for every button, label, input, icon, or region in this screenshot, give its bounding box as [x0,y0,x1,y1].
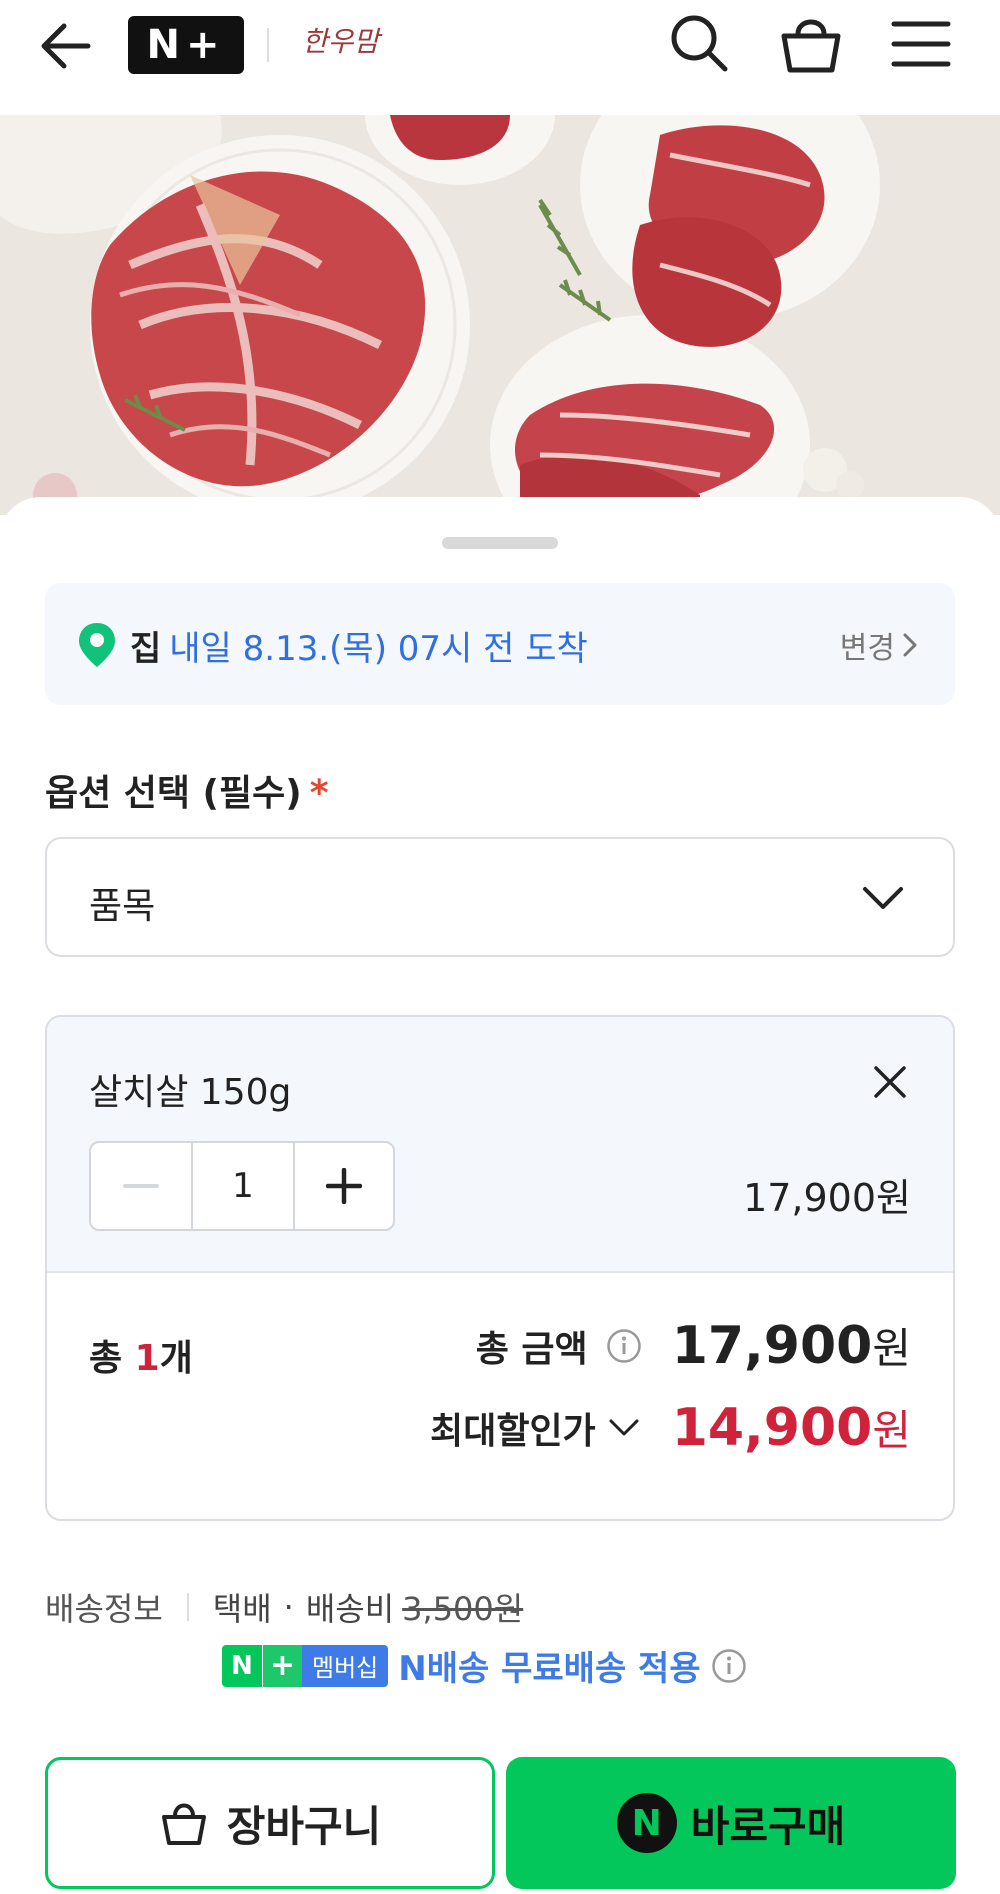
total-amount-value: 17,900 [671,1316,873,1376]
change-delivery-button[interactable]: 변경 [840,623,917,667]
quantity-value[interactable]: 1 [193,1143,295,1229]
purchase-bottom-sheet: 집 내일 8.13.(목) 07시 전 도착 변경 옵션 선택 (필수) * 품목 … [0,497,1000,1894]
buy-button-label: 바로구매 [690,1801,846,1851]
discount-amount-value: 14,900 [671,1398,873,1458]
info-icon[interactable] [711,1648,747,1684]
membership-benefit-row: N + 멤버십 N배송 무료배송 적용 [222,1641,747,1690]
total-count-suffix: 개 [159,1338,193,1379]
item-name: 살치살 150g [89,1072,292,1113]
nplus-membership-badge: N + 멤버십 [222,1644,389,1687]
shipping-fee-label: 배송비 [305,1590,395,1628]
shipping-info-label: 배송정보 [45,1590,163,1628]
product-image [0,115,1000,515]
change-label: 변경 [839,631,895,666]
shipping-dot: · [283,1588,294,1626]
search-icon [671,15,728,72]
delivery-address-label: 집 [130,629,162,669]
header-divider [267,28,269,62]
remove-item-button[interactable] [873,1065,907,1099]
decrease-quantity-button[interactable] [91,1143,193,1229]
required-mark: * [309,773,329,814]
top-app-bar: N+ 한우맘 [0,0,1000,115]
option-title-text: 옵션 선택 (필수) [45,773,302,814]
total-count-value: 1 [134,1338,160,1379]
location-pin-icon [79,623,115,667]
info-icon[interactable] [606,1328,642,1364]
selected-option-card: 살치살 150g 1 17,900원 총 1개 총 금액 17,900원 최대할… [45,1015,955,1521]
npay-icon: N [616,1793,677,1853]
option-section-title: 옵션 선택 (필수) * [45,764,329,816]
total-count-prefix: 총 [89,1338,135,1379]
chevron-right-icon [903,633,917,657]
cart-header-button[interactable] [778,12,844,76]
shopping-bag-icon [781,19,841,73]
nplus-logo[interactable]: N+ [128,16,244,74]
delivery-eta-text: 집 내일 8.13.(목) 07시 전 도착 [130,621,588,670]
chevron-down-icon [863,887,903,909]
max-discount-label: 최대할인가 [430,1410,596,1452]
buy-now-button[interactable]: N 바로구매 [506,1757,956,1889]
minus-icon [123,1184,159,1188]
menu-button[interactable] [890,18,952,70]
total-amount-row: 총 금액 17,900원 [476,1315,911,1376]
total-count: 총 1개 [89,1329,193,1381]
close-icon [874,1066,906,1098]
max-discount-amount: 14,900원 [672,1397,911,1458]
shipping-fee-original: 3,500원 [402,1590,524,1628]
max-discount-row[interactable]: 최대할인가 14,900원 [430,1397,911,1458]
cart-button-label: 장바구니 [226,1801,382,1851]
store-brand-logo[interactable]: 한우맘 [302,20,379,60]
add-to-cart-button[interactable]: 장바구니 [45,1757,495,1889]
sheet-grabber[interactable] [442,537,558,549]
membership-free-shipping-text: N배송 무료배송 적용 [398,1649,701,1689]
search-button[interactable] [668,12,730,74]
badge-text: 멤버십 [302,1644,389,1687]
back-arrow-icon [41,23,91,69]
option-select-dropdown[interactable]: 품목 [45,837,955,957]
back-button[interactable] [38,20,96,72]
total-currency: 원 [872,1324,911,1373]
hamburger-menu-icon [891,21,951,67]
total-amount-label: 총 금액 [475,1328,588,1370]
badge-n: N [222,1644,262,1687]
beef-platter-illustration [0,115,1000,515]
badge-plus: + [262,1644,302,1687]
plus-icon [326,1168,362,1204]
shipping-divider [186,1593,189,1621]
increase-quantity-button[interactable] [295,1143,393,1229]
quantity-stepper: 1 [89,1141,395,1231]
item-price: 17,900원 [743,1176,911,1220]
discount-currency: 원 [872,1406,911,1455]
total-amount: 17,900원 [672,1315,911,1376]
select-placeholder: 품목 [89,886,156,927]
selected-item-row: 살치살 150g 1 17,900원 [47,1017,953,1273]
shipping-method: 택배 [212,1590,272,1628]
shipping-info-row: 배송정보 택배 · 배송비 3,500원 [45,1584,523,1630]
delivery-eta: 내일 8.13.(목) 07시 전 도착 [169,629,588,669]
chevron-down-icon [609,1419,639,1435]
delivery-info-box: 집 내일 8.13.(목) 07시 전 도착 변경 [45,583,955,705]
shopping-bag-icon [161,1803,206,1845]
